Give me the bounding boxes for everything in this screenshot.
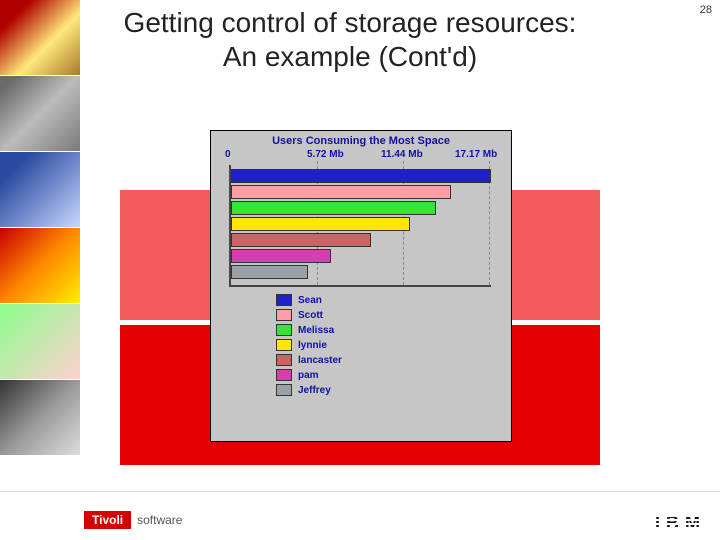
legend-label: Sean (298, 295, 322, 306)
legend-swatch (276, 294, 292, 306)
legend-swatch (276, 369, 292, 381)
chart-legend: Sean Scott Melissa lynnie lancaster pam Jeffre… (276, 293, 446, 397)
x-tick-2: 11.44 Mb (381, 149, 423, 160)
chart-bar (231, 169, 491, 183)
ibm-logo: IBM (655, 513, 706, 534)
legend-item: pam (276, 368, 446, 382)
chart-bar (231, 217, 410, 231)
tivoli-mark: Tivoli (84, 511, 131, 529)
tivoli-software-label: software (137, 513, 182, 527)
title-line-1: Getting control of storage resources: (124, 7, 577, 38)
chart-x-axis-ticks: 0 5.72 Mb 11.44 Mb 17.17 Mb (221, 149, 501, 165)
chart-bar (231, 201, 436, 215)
page-title: Getting control of storage resources: An… (100, 6, 600, 73)
legend-item: Sean (276, 293, 446, 307)
legend-item: Jeffrey (276, 383, 446, 397)
chart-bar (231, 185, 451, 199)
legend-swatch (276, 384, 292, 396)
footer: Tivoli software IBM (0, 491, 720, 540)
chart-bar (231, 249, 331, 263)
legend-label: lancaster (298, 355, 342, 366)
x-tick-0: 0 (225, 149, 231, 160)
chart-bar (231, 265, 308, 279)
legend-swatch (276, 324, 292, 336)
page-number: 28 (700, 4, 712, 16)
legend-label: lynnie (298, 340, 327, 351)
legend-label: pam (298, 370, 319, 381)
x-tick-3: 17.17 Mb (455, 149, 497, 160)
legend-swatch (276, 309, 292, 321)
legend-item: Melissa (276, 323, 446, 337)
chart-title: Users Consuming the Most Space (211, 131, 511, 149)
chart-container: Users Consuming the Most Space 0 5.72 Mb… (210, 130, 512, 442)
legend-label: Melissa (298, 325, 334, 336)
x-tick-1: 5.72 Mb (307, 149, 344, 160)
legend-label: Jeffrey (298, 385, 331, 396)
legend-item: lynnie (276, 338, 446, 352)
title-line-2: An example (Cont'd) (223, 41, 477, 72)
decorative-image-strip (0, 0, 80, 540)
legend-label: Scott (298, 310, 323, 321)
legend-item: Scott (276, 308, 446, 322)
chart-plot-area (229, 165, 491, 287)
legend-swatch (276, 339, 292, 351)
legend-swatch (276, 354, 292, 366)
legend-item: lancaster (276, 353, 446, 367)
chart-bar (231, 233, 371, 247)
tivoli-logo: Tivoli software (84, 510, 182, 530)
